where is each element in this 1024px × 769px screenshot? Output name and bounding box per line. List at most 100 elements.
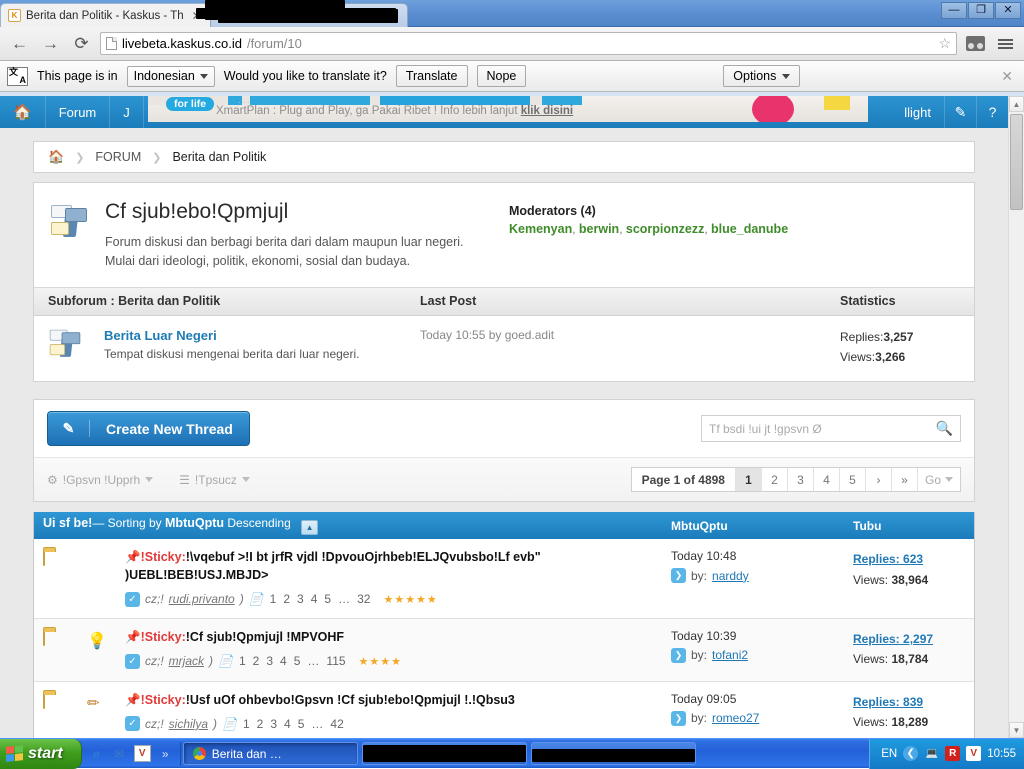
- page-button-4[interactable]: 4: [814, 468, 840, 492]
- reload-button[interactable]: ⟳: [69, 31, 94, 56]
- network-icon[interactable]: 💻: [924, 746, 939, 761]
- page-scrollbar[interactable]: ▲ ▼: [1008, 96, 1024, 738]
- thread-page-link[interactable]: 4: [284, 717, 291, 731]
- breadcrumb-home-icon[interactable]: 🏠: [48, 149, 64, 165]
- thread-page-link[interactable]: 1: [239, 654, 246, 668]
- moderator-link[interactable]: blue_danube: [711, 222, 788, 236]
- language-select[interactable]: Indonesian: [126, 65, 215, 87]
- maximize-button[interactable]: ❐: [968, 2, 994, 19]
- address-bar[interactable]: livebeta.kaskus.co.id/forum/10 ☆: [100, 32, 957, 55]
- thread-page-link[interactable]: 5: [298, 717, 305, 731]
- moderator-link[interactable]: Kemenyan: [509, 222, 572, 236]
- minimize-button[interactable]: —: [941, 2, 967, 19]
- tray-language-label[interactable]: EN: [881, 748, 897, 760]
- nav-item-llight[interactable]: llight: [891, 96, 944, 128]
- thread-page-link[interactable]: 1: [270, 592, 277, 606]
- thread-page-link[interactable]: 4: [311, 592, 318, 606]
- last-poster-link[interactable]: romeo27: [712, 711, 759, 725]
- thread-page-link[interactable]: 3: [266, 654, 273, 668]
- scroll-down-icon[interactable]: ▼: [1009, 722, 1024, 738]
- moderator-link[interactable]: scorpionzezz: [626, 222, 705, 236]
- page-button-2[interactable]: 2: [762, 468, 788, 492]
- goto-last-post-icon[interactable]: ❯: [671, 647, 686, 663]
- ad-link[interactable]: klik disini: [521, 105, 573, 117]
- goto-last-post-icon[interactable]: ❯: [671, 710, 686, 726]
- thread-page-link[interactable]: 1: [243, 717, 250, 731]
- table-row[interactable]: 💡 📌!Sticky:!Cf sjub!Qpmjujl !MPVOHF ✓ cz…: [34, 618, 974, 682]
- thread-page-link[interactable]: 2: [283, 592, 290, 606]
- profile-button[interactable]: [963, 32, 987, 56]
- table-row[interactable]: 📌!Sticky:!\vqebuf ˃!I bt jrfR vjdl !Dpvo…: [34, 539, 974, 619]
- subforum-link[interactable]: Berita Luar Negeri: [104, 328, 217, 343]
- quick-launch-overflow-icon[interactable]: »: [157, 745, 174, 762]
- thread-page-link[interactable]: 5: [294, 654, 301, 668]
- thread-last-page-link[interactable]: 42: [330, 717, 343, 731]
- show-desktop-icon[interactable]: ❮: [903, 746, 919, 761]
- v-icon[interactable]: V: [966, 746, 982, 761]
- back-button[interactable]: ←: [7, 31, 32, 56]
- scrollbar-thumb[interactable]: [1010, 114, 1023, 210]
- browser-tab-active[interactable]: K Berita dan Politik - Kaskus - Th ✕: [0, 3, 212, 27]
- nav-item-j[interactable]: J: [110, 96, 144, 128]
- translate-options-button[interactable]: Options: [723, 65, 801, 87]
- nav-item-forum[interactable]: Forum: [46, 96, 111, 128]
- go-to-page-dropdown[interactable]: Go: [918, 468, 960, 491]
- taskbar-window-chrome[interactable]: Berita dan …: [182, 742, 358, 765]
- search-icon[interactable]: 🔍: [936, 420, 953, 437]
- v-icon[interactable]: V: [133, 745, 151, 762]
- checkmark-icon[interactable]: ✓: [125, 591, 140, 607]
- start-button[interactable]: start: [0, 738, 82, 769]
- translate-close-icon[interactable]: ✕: [997, 68, 1017, 85]
- thread-page-link[interactable]: 4: [280, 654, 287, 668]
- nope-button[interactable]: Nope: [476, 65, 527, 87]
- page-button-1[interactable]: 1: [735, 468, 762, 492]
- nav-help-button[interactable]: ?: [976, 96, 1008, 128]
- thread-page-link[interactable]: 2: [257, 717, 264, 731]
- page-button-5[interactable]: 5: [840, 468, 866, 492]
- nav-edit-button[interactable]: ✎: [944, 96, 976, 128]
- page-button-3[interactable]: 3: [788, 468, 814, 492]
- nav-home-button[interactable]: 🏠: [0, 96, 46, 128]
- checkmark-icon[interactable]: ✓: [125, 653, 140, 669]
- checkmark-icon[interactable]: ✓: [125, 716, 140, 732]
- thread-page-link[interactable]: 2: [253, 654, 260, 668]
- thread-title[interactable]: 📌!Sticky:!\vqebuf ˃!I bt jrfR vjdl !Dpvo…: [125, 549, 661, 585]
- thread-last-page-link[interactable]: 115: [326, 654, 345, 668]
- page-info-icon[interactable]: [106, 37, 117, 50]
- avira-icon[interactable]: R: [945, 746, 961, 761]
- thread-author-link[interactable]: mrjack: [169, 654, 204, 668]
- tray-clock[interactable]: 10:55: [987, 748, 1016, 760]
- breadcrumb-item-forum[interactable]: FORUM: [95, 150, 141, 164]
- replies-link[interactable]: Replies: 839: [853, 695, 923, 709]
- thread-page-link[interactable]: 3: [297, 592, 304, 606]
- next-page-icon[interactable]: ›: [866, 468, 892, 492]
- last-poster-link[interactable]: tofani2: [712, 648, 748, 662]
- taskbar-window-2[interactable]: [361, 742, 527, 765]
- caret-up-icon[interactable]: ▲: [301, 520, 319, 536]
- taskbar-window-3[interactable]: [530, 742, 696, 765]
- table-row[interactable]: ✏ 📌!Sticky:!Usf uOf ohbevbo!Gpsvn !Cf sj…: [34, 681, 974, 738]
- last-page-icon[interactable]: »: [892, 468, 918, 492]
- replies-link[interactable]: Replies: 2,297: [853, 632, 933, 646]
- scroll-up-icon[interactable]: ▲: [1009, 96, 1024, 112]
- thread-page-link[interactable]: 3: [270, 717, 277, 731]
- goto-last-post-icon[interactable]: ❯: [671, 568, 686, 584]
- thread-title[interactable]: 📌!Sticky:!Cf sjub!Qpmjujl !MPVOHF: [125, 629, 661, 647]
- thread-page-link[interactable]: 5: [324, 592, 331, 606]
- advertisement-banner[interactable]: for life ··· XmartPlan : Plug and Play, …: [148, 96, 868, 124]
- thread-last-page-link[interactable]: 32: [357, 592, 370, 606]
- thread-title[interactable]: 📌!Sticky:!Usf uOf ohbevbo!Gpsvn !Cf sjub…: [125, 692, 661, 710]
- last-poster-link[interactable]: narddy: [712, 569, 749, 583]
- outlook-icon[interactable]: ✉: [111, 745, 128, 762]
- forward-button[interactable]: →: [38, 31, 63, 56]
- thread-author-link[interactable]: sichilya: [169, 717, 208, 731]
- close-button[interactable]: ✕: [995, 2, 1021, 19]
- forum-tools-dropdown[interactable]: ⚙ !Gpsvn !Upprh: [47, 473, 154, 487]
- thread-author-link[interactable]: rudi.privanto: [169, 592, 235, 606]
- chrome-menu-button[interactable]: [993, 32, 1017, 56]
- search-input[interactable]: Tf bsdi !ui jt !gpsvn Ø 🔍: [701, 415, 961, 443]
- translate-button[interactable]: Translate: [395, 65, 468, 87]
- bookmark-star-icon[interactable]: ☆: [938, 35, 951, 52]
- moderator-link[interactable]: berwin: [579, 222, 619, 236]
- ie-icon[interactable]: e: [88, 745, 105, 762]
